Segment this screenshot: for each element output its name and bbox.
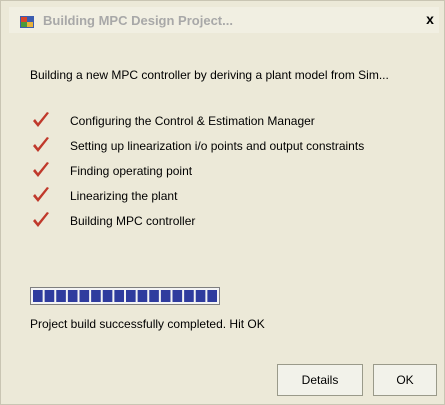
- progress-segment: [91, 290, 101, 302]
- progress-segment: [79, 290, 90, 302]
- progress-segment: [172, 290, 183, 302]
- title-bar[interactable]: Building MPC Design Project... x: [9, 7, 439, 33]
- progress-segment: [56, 290, 66, 302]
- check-icon: [33, 137, 49, 152]
- progress-segment: [126, 290, 136, 302]
- intro-text: Building a new MPC controller by derivin…: [30, 68, 389, 82]
- progress-segment: [149, 290, 159, 302]
- progress-bar: [30, 287, 220, 305]
- check-icon: [33, 212, 49, 227]
- check-icon: [33, 162, 49, 177]
- progress-segment: [67, 290, 78, 302]
- progress-segment: [114, 290, 124, 302]
- progress-segment: [33, 290, 43, 302]
- step-label: Setting up linearization i/o points and …: [70, 139, 365, 153]
- app-icon: [20, 16, 34, 28]
- step-label: Finding operating point: [70, 164, 193, 178]
- progress-segment: [44, 290, 55, 302]
- check-icon: [33, 112, 49, 127]
- check-icon: [33, 187, 49, 202]
- close-button[interactable]: x: [421, 10, 439, 28]
- window-title: Building MPC Design Project...: [43, 13, 233, 28]
- step-label: Configuring the Control & Estimation Man…: [70, 114, 315, 128]
- progress-segment: [137, 290, 148, 302]
- progress-segment: [195, 290, 206, 302]
- progress-fill: [33, 290, 217, 302]
- progress-segment: [160, 290, 171, 302]
- progress-segment: [184, 290, 194, 302]
- step-label: Linearizing the plant: [70, 189, 178, 203]
- step-label: Building MPC controller: [70, 214, 196, 228]
- status-text: Project build successfully completed. Hi…: [30, 317, 265, 331]
- build-dialog: Building MPC Design Project... x Buildin…: [0, 0, 445, 405]
- progress-segment: [207, 290, 217, 302]
- ok-button[interactable]: OK: [373, 364, 437, 396]
- details-button[interactable]: Details: [277, 364, 363, 396]
- progress-segment: [102, 290, 113, 302]
